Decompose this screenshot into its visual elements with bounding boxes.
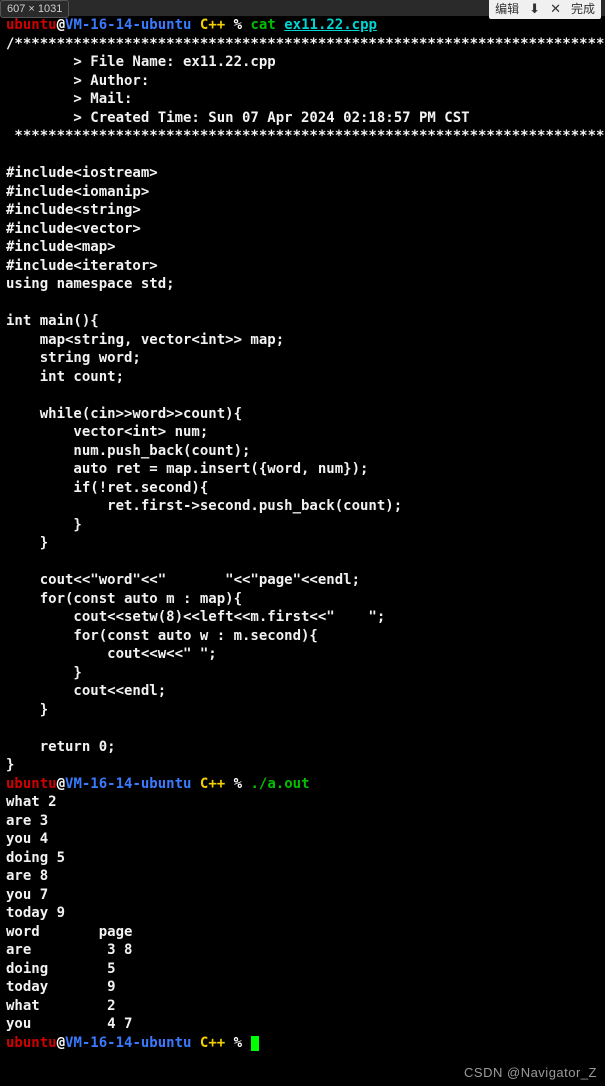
done-button[interactable]: 完成	[571, 0, 595, 17]
code-line: num.push_back(count);	[6, 443, 250, 459]
file-header-author: > Author:	[6, 73, 149, 89]
prompt-dir: C++	[200, 17, 225, 33]
prompt-dir: C++	[200, 1035, 225, 1051]
code-line: map<string, vector<int>> map;	[6, 332, 284, 348]
prompt-host: VM-16-14-ubuntu	[65, 776, 191, 792]
prompt-pct: %	[234, 776, 242, 792]
code-line: cout<<"word"<<" "<<"page"<<endl;	[6, 572, 360, 588]
stdout-line: today 9	[6, 979, 124, 995]
prompt-user: ubuntu	[6, 776, 57, 792]
image-toolbar: 编辑 ⬇ ✕ 完成	[489, 0, 601, 19]
code-line: auto ret = map.insert({word, num});	[6, 461, 368, 477]
stdout-line: you 4 7	[6, 1016, 141, 1032]
code-line: #include<iomanip>	[6, 184, 149, 200]
stdout-line: doing 5	[6, 961, 124, 977]
prompt-user: ubuntu	[6, 1035, 57, 1051]
stdout-header: word page	[6, 924, 132, 940]
file-header-top: /***************************************…	[6, 36, 605, 52]
prompt-host: VM-16-14-ubuntu	[65, 1035, 191, 1051]
stdin-line: doing 5	[6, 850, 65, 866]
prompt-dir: C++	[200, 776, 225, 792]
file-header-mail: > Mail:	[6, 91, 132, 107]
code-line: int count;	[6, 369, 124, 385]
code-line: #include<vector>	[6, 221, 141, 237]
stdin-line: what 2	[6, 794, 57, 810]
image-dimensions-badge: 607 × 1031	[0, 0, 69, 18]
code-line: for(const auto w : m.second){	[6, 628, 318, 644]
code-line: while(cin>>word>>count){	[6, 406, 242, 422]
code-line: cout<<w<<" ";	[6, 646, 217, 662]
code-line: }	[6, 702, 48, 718]
code-line: #include<iterator>	[6, 258, 158, 274]
stdout-line: what 2	[6, 998, 124, 1014]
code-line: }	[6, 665, 82, 681]
stdin-line: you 4	[6, 831, 48, 847]
file-header-bottom: ****************************************…	[6, 128, 605, 144]
code-line: #include<map>	[6, 239, 116, 255]
code-line: }	[6, 517, 82, 533]
prompt-pct: %	[234, 1035, 242, 1051]
prompt-at: @	[57, 776, 65, 792]
code-line: vector<int> num;	[6, 424, 208, 440]
code-line: }	[6, 535, 48, 551]
code-line: return 0;	[6, 739, 116, 755]
prompt-host: VM-16-14-ubuntu	[65, 17, 191, 33]
stdin-line: today 9	[6, 905, 65, 921]
terminal-output[interactable]: ubuntu@VM-16-14-ubuntu C++ % cat ex11.22…	[0, 16, 605, 1086]
prompt-at: @	[57, 17, 65, 33]
prompt-pct: %	[234, 17, 242, 33]
command-arg-file: ex11.22.cpp	[284, 17, 377, 33]
stdin-line: are 3	[6, 813, 48, 829]
command-cat: cat	[251, 17, 276, 33]
code-line: using namespace std;	[6, 276, 175, 292]
watermark: CSDN @Navigator_Z	[464, 1065, 597, 1080]
code-line: string word;	[6, 350, 141, 366]
stdout-line: are 3 8	[6, 942, 141, 958]
code-line: int main(){	[6, 313, 99, 329]
code-line: }	[6, 757, 14, 773]
code-line: cout<<setw(8)<<left<<m.first<<" ";	[6, 609, 385, 625]
terminal-cursor[interactable]	[251, 1036, 259, 1051]
code-line: ret.first->second.push_back(count);	[6, 498, 402, 514]
command-run: ./a.out	[251, 776, 310, 792]
prompt-at: @	[57, 1035, 65, 1051]
code-line: #include<iostream>	[6, 165, 158, 181]
stdin-line: are 8	[6, 868, 48, 884]
code-line: #include<string>	[6, 202, 141, 218]
edit-button[interactable]: 编辑	[495, 0, 519, 17]
prompt-user: ubuntu	[6, 17, 57, 33]
code-line: cout<<endl;	[6, 683, 166, 699]
stdin-line: you 7	[6, 887, 48, 903]
close-icon[interactable]: ✕	[550, 1, 561, 17]
code-line: if(!ret.second){	[6, 480, 208, 496]
code-line: for(const auto m : map){	[6, 591, 242, 607]
file-header-created: > Created Time: Sun 07 Apr 2024 02:18:57…	[6, 110, 470, 126]
download-icon[interactable]: ⬇	[529, 1, 540, 17]
file-header-filename: > File Name: ex11.22.cpp	[6, 54, 276, 70]
